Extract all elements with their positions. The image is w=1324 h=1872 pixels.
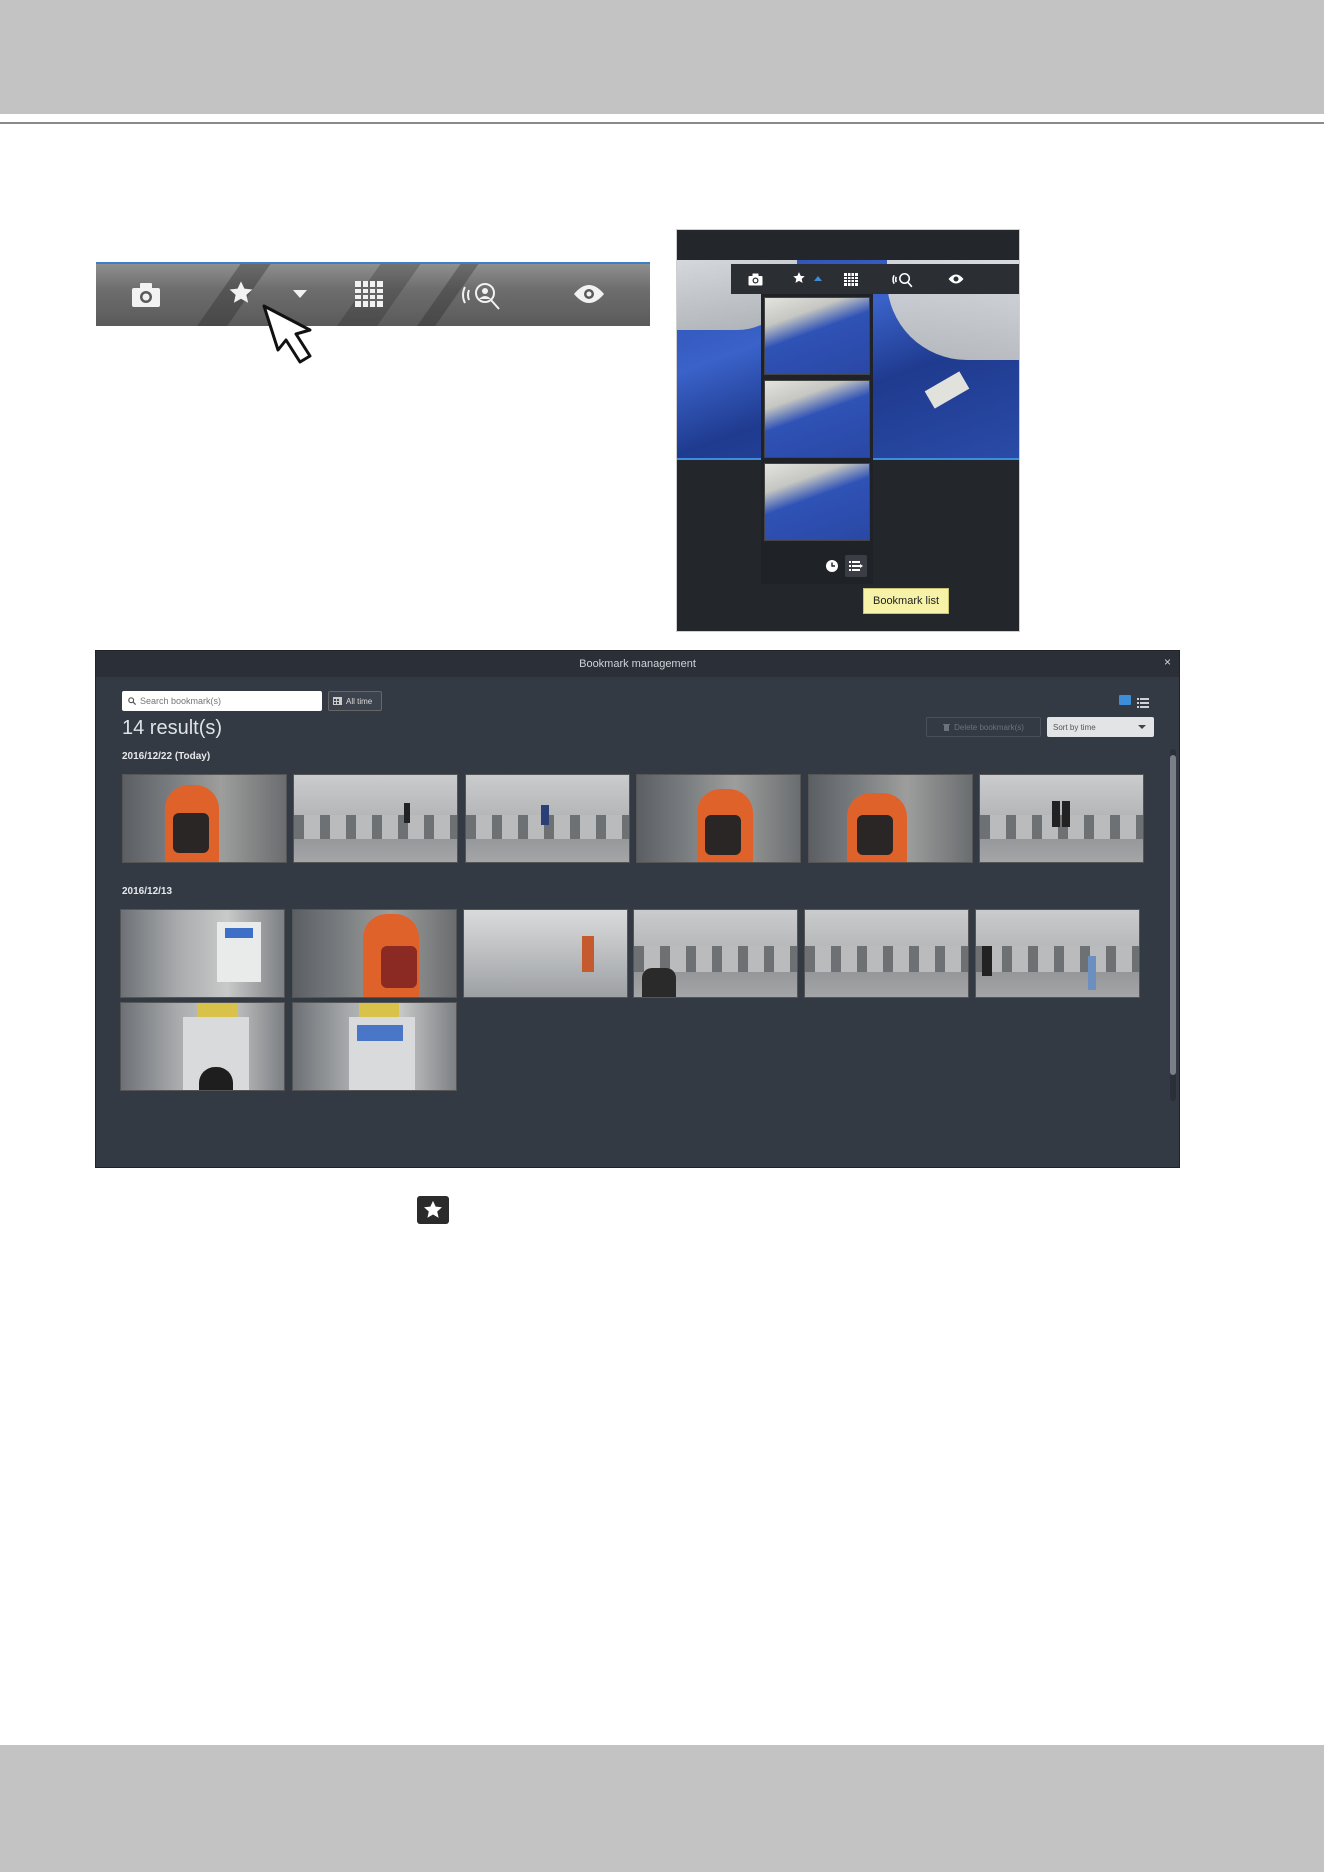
search-input[interactable] <box>122 691 322 711</box>
date-group-heading: 2016/12/13 <box>122 886 173 897</box>
list-view-icon[interactable] <box>1137 695 1149 708</box>
bookmark-thumbnail[interactable] <box>636 774 801 863</box>
layout-grid-icon[interactable] <box>354 280 384 308</box>
star-icon[interactable] <box>226 278 256 308</box>
footer-band <box>0 1745 1324 1872</box>
audio-search-icon[interactable] <box>891 268 915 290</box>
bookmark-list-tooltip: Bookmark list <box>863 588 949 614</box>
all-time-label: All time <box>346 696 373 706</box>
results-count: 14 result(s) <box>122 717 223 739</box>
camera-icon[interactable] <box>130 280 162 310</box>
scrollbar[interactable] <box>1170 749 1176 1101</box>
bookmark-thumbnail[interactable] <box>293 774 458 863</box>
search-icon <box>128 697 136 705</box>
camera-icon[interactable] <box>747 271 763 287</box>
chevron-down-icon <box>1138 725 1146 729</box>
bookmark-thumbnail[interactable] <box>764 463 870 541</box>
all-time-button[interactable]: All time <box>328 691 382 711</box>
scrollbar-thumb[interactable] <box>1170 755 1176 1075</box>
layout-grid-icon[interactable] <box>843 271 859 287</box>
bookmark-thumbnail[interactable] <box>120 909 285 998</box>
eye-icon[interactable] <box>572 282 606 306</box>
eye-icon[interactable] <box>947 272 965 286</box>
bookmark-thumbnail[interactable] <box>633 909 798 998</box>
bookmark-thumbnail[interactable] <box>463 909 628 998</box>
bookmark-thumbnail[interactable] <box>975 909 1140 998</box>
delete-bookmarks-button[interactable]: Delete bookmark(s) <box>926 717 1041 737</box>
bookmark-thumbnail[interactable] <box>292 909 457 998</box>
bookmark-thumbnail[interactable] <box>808 774 973 863</box>
header-band <box>0 0 1324 114</box>
trash-icon <box>943 724 951 731</box>
search-field[interactable] <box>140 696 300 706</box>
bookmark-thumbnail[interactable] <box>122 774 287 863</box>
popover-screenshot: Bookmark list <box>676 229 1020 632</box>
bookmark-thumbnail[interactable] <box>120 1002 285 1091</box>
dropdown-caret-icon[interactable] <box>292 288 308 300</box>
sort-select[interactable]: Sort by time <box>1047 717 1154 737</box>
toolbar-screenshot <box>96 262 650 326</box>
window-titlebar: Bookmark management × <box>96 651 1179 677</box>
close-button[interactable]: × <box>1164 655 1171 669</box>
delete-label: Delete bookmark(s) <box>954 722 1024 732</box>
bookmark-thumbnail[interactable] <box>465 774 630 863</box>
bookmark-thumbnail[interactable] <box>804 909 969 998</box>
date-group-heading: 2016/12/22 (Today) <box>122 751 211 762</box>
header-rule <box>0 122 1324 124</box>
bookmark-thumbnail[interactable] <box>764 380 870 458</box>
dropdown-caret-up-icon[interactable] <box>813 274 823 282</box>
star-icon[interactable] <box>791 270 807 286</box>
grid-view-icon[interactable] <box>1119 695 1131 705</box>
bookmark-thumbnail[interactable] <box>764 297 870 375</box>
bookmark-list-icon[interactable] <box>845 555 867 577</box>
window-title: Bookmark management <box>579 658 696 670</box>
calendar-icon <box>333 697 342 705</box>
bookmark-management-window: Bookmark management × All time 14 result… <box>95 650 1180 1168</box>
bookmark-thumbnail[interactable] <box>292 1002 457 1091</box>
popover-toolbar <box>731 264 1019 294</box>
clock-icon[interactable] <box>825 559 839 573</box>
cursor-arrow-icon <box>262 304 330 368</box>
bookmark-dropdown <box>761 294 873 584</box>
audio-search-icon[interactable] <box>460 276 504 314</box>
bookmark-thumbnail[interactable] <box>979 774 1144 863</box>
star-icon <box>417 1196 449 1224</box>
sort-label: Sort by time <box>1053 722 1096 732</box>
